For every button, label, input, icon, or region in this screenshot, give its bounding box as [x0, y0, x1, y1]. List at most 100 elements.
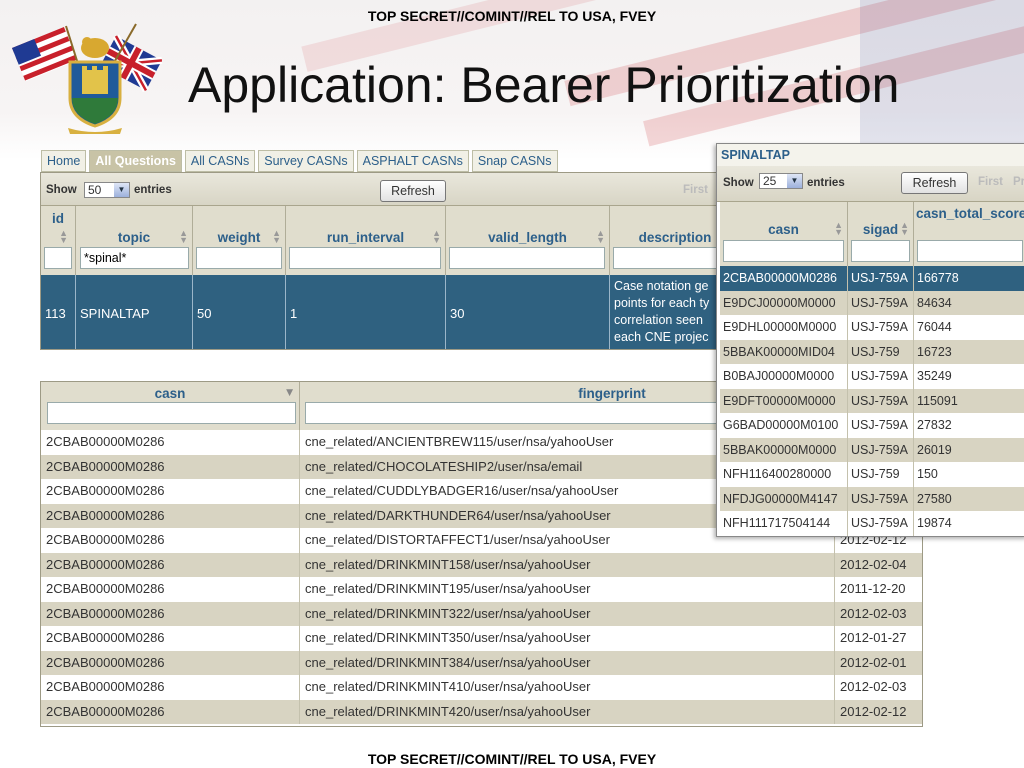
cell-casn: NFDJG00000M4147 [720, 486, 848, 511]
cell-casn: 2CBAB00000M0286 [720, 266, 848, 291]
table-row[interactable]: 2CBAB00000M0286 cne_related/DRINKMINT195/… [41, 577, 922, 602]
cell-casn: E9DHL00000M0000 [720, 315, 848, 340]
page-size-select[interactable]: 50 ▼ [84, 182, 130, 198]
cell-casn: 2CBAB00000M0286 [41, 699, 300, 724]
table-row[interactable]: NFH116400280000 USJ-759 150 [720, 462, 1024, 487]
col-header-casn[interactable]: casn ▲ ▼ [720, 202, 848, 266]
tab-home[interactable]: Home [41, 150, 87, 172]
table-row[interactable]: E9DCJ00000M0000 USJ-759A 84634 [720, 290, 1024, 316]
cell-casn: 2CBAB00000M0286 [41, 503, 300, 528]
tab-all-casns[interactable]: All CASNs [184, 150, 256, 172]
chevron-down-icon: ▼ [787, 174, 802, 188]
table-row[interactable]: 2CBAB00000M0286 cne_related/DRINKMINT420/… [41, 699, 922, 725]
first-page-button[interactable]: First [683, 184, 708, 196]
cell-sigad: USJ-759A [848, 266, 914, 291]
cell-casn: 2CBAB00000M0286 [41, 601, 300, 626]
cell-casn: 2CBAB00000M0286 [41, 577, 300, 602]
table-row[interactable]: E9DHL00000M0000 USJ-759A 76044 [720, 315, 1024, 340]
cell-score: 166778 [914, 266, 1024, 291]
run-interval-filter-input[interactable] [289, 247, 441, 269]
table-row[interactable]: NFDJG00000M4147 USJ-759A 27580 [720, 486, 1024, 512]
col-header-topic[interactable]: topic ▲ ▼ *spinal* [76, 206, 193, 275]
cell-date: 2012-02-03 [835, 602, 922, 627]
chevron-down-icon: ▼ [114, 183, 129, 197]
cell-score: 26019 [914, 438, 1024, 463]
cell-date: 2012-02-03 [835, 675, 922, 700]
cell-casn: 5BBAK00000M0000 [720, 437, 848, 462]
cell-casn: 2CBAB00000M0286 [41, 430, 300, 455]
table-row[interactable]: B0BAJ00000M0000 USJ-759A 35249 [720, 364, 1024, 389]
cell-fingerprint: cne_related/DRINKMINT322/user/nsa/yahooU… [300, 601, 835, 626]
id-filter-input[interactable] [44, 247, 72, 269]
cell-date: 2012-02-04 [835, 553, 922, 578]
cell-casn: 2CBAB00000M0286 [41, 528, 300, 553]
cell-casn: NFH111717504144 [720, 511, 848, 536]
spinaltap-popup: SPINALTAP Show 25 ▼ entries Refresh First… [716, 143, 1024, 537]
cell-id: 113 [41, 275, 76, 349]
table-row[interactable]: 2CBAB00000M0286 cne_related/DRINKMINT410/… [41, 675, 922, 700]
slide: TOP SECRET//COMINT//REL TO USA, FVEY App… [0, 0, 1024, 768]
cell-score: 27580 [914, 487, 1024, 512]
valid-length-filter-input[interactable] [449, 247, 605, 269]
first-page-button[interactable]: First [978, 176, 1003, 188]
cell-casn: 2CBAB00000M0286 [41, 650, 300, 675]
table-row[interactable]: 2CBAB00000M0286 cne_related/DRINKMINT158/… [41, 552, 922, 578]
cell-fingerprint: cne_related/DRINKMINT420/user/nsa/yahooU… [300, 699, 835, 724]
cell-sigad: USJ-759A [848, 364, 914, 389]
col-header-casn-total-score[interactable]: casn_total_score [914, 202, 1024, 266]
cell-run-interval: 1 [286, 275, 446, 349]
col-header-id[interactable]: id ▲ ▼ [41, 206, 76, 275]
entries-label: entries [134, 184, 172, 196]
fingerprint-filter-input[interactable] [305, 402, 725, 424]
cell-fingerprint: cne_related/DRINKMINT384/user/nsa/yahooU… [300, 650, 835, 675]
tab-survey-casns[interactable]: Survey CASNs [258, 150, 354, 172]
tab-snap-casns[interactable]: Snap CASNs [471, 150, 558, 172]
col-header-weight[interactable]: weight ▲ ▼ [193, 206, 286, 275]
cell-score: 84634 [914, 291, 1024, 316]
col-header-run-interval[interactable]: run_interval ▲ ▼ [286, 206, 446, 275]
tab-all-questions[interactable]: All Questions [89, 150, 182, 172]
questions-toolbar: Show 50 ▼ entries Refresh First [41, 173, 739, 206]
previous-page-button[interactable]: Pr [1013, 176, 1024, 188]
cell-score: 35249 [914, 364, 1024, 389]
cell-casn: NFH116400280000 [720, 462, 848, 487]
tab-asphalt-casns[interactable]: ASPHALT CASNs [356, 150, 469, 172]
table-row-selected[interactable]: 2CBAB00000M0286 USJ-759A 166778 [720, 266, 1024, 291]
table-row[interactable]: 2CBAB00000M0286 cne_related/DRINKMINT384/… [41, 650, 922, 675]
cell-valid-length: 30 [446, 275, 610, 349]
col-header-sigad[interactable]: sigad ▲ ▼ [848, 202, 914, 266]
col-header-valid-length[interactable]: valid_length ▲ ▼ [446, 206, 610, 275]
cell-topic: SPINALTAP [76, 275, 193, 349]
topic-filter-input[interactable]: *spinal* [80, 247, 189, 269]
cell-score: 16723 [914, 340, 1024, 365]
refresh-button[interactable]: Refresh [380, 180, 446, 202]
page-size-select[interactable]: 25 ▼ [759, 173, 803, 189]
cell-casn: 2CBAB00000M0286 [41, 454, 300, 479]
table-row[interactable]: 2CBAB00000M0286 cne_related/DRINKMINT350/… [41, 626, 922, 651]
cell-date: 2012-02-12 [835, 700, 922, 725]
col-header-casn[interactable]: casn ▼ [41, 382, 300, 430]
cell-fingerprint: cne_related/DRINKMINT410/user/nsa/yahooU… [300, 675, 835, 700]
refresh-button[interactable]: Refresh [901, 172, 968, 194]
cell-casn: 2CBAB00000M0286 [41, 479, 300, 504]
table-row[interactable]: 5BBAK00000MID04 USJ-759 16723 [720, 339, 1024, 365]
table-row[interactable]: G6BAD00000M0100 USJ-759A 27832 [720, 413, 1024, 438]
cell-score: 27832 [914, 413, 1024, 438]
casn-filter-input[interactable] [723, 240, 844, 262]
questions-table: Show 50 ▼ entries Refresh First id ▲ ▼ topi… [40, 172, 740, 350]
page-title: Application: Bearer Prioritization [188, 57, 900, 113]
casn-filter-input[interactable] [47, 402, 296, 424]
weight-filter-input[interactable] [196, 247, 282, 269]
sigad-filter-input[interactable] [851, 240, 910, 262]
cell-sigad: USJ-759A [848, 511, 914, 536]
table-row[interactable]: 5BBAK00000M0000 USJ-759A 26019 [720, 437, 1024, 463]
agency-seal-logo [12, 23, 163, 134]
table-row-selected[interactable]: 113 SPINALTAP 50 1 30 Case notation ge p… [41, 275, 739, 349]
cell-sigad: USJ-759A [848, 388, 914, 413]
table-row[interactable]: 2CBAB00000M0286 cne_related/DRINKMINT322/… [41, 601, 922, 627]
cell-casn: E9DCJ00000M0000 [720, 290, 848, 315]
cell-casn: G6BAD00000M0100 [720, 413, 848, 438]
score-filter-input[interactable] [917, 240, 1023, 262]
table-row[interactable]: NFH111717504144 USJ-759A 19874 [720, 511, 1024, 536]
table-row[interactable]: E9DFT00000M0000 USJ-759A 115091 [720, 388, 1024, 413]
